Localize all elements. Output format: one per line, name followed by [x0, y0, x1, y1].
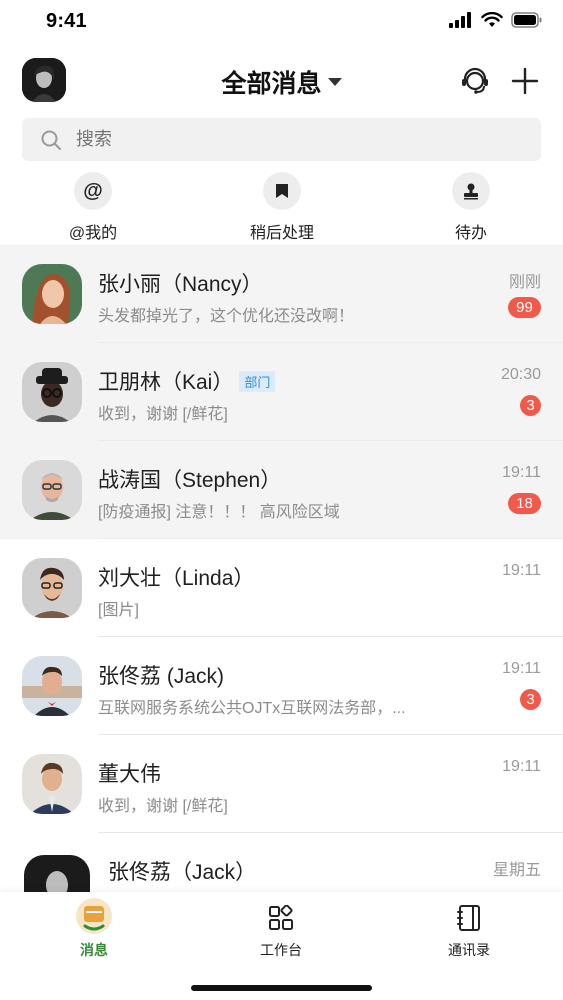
contact-name: 张小丽（Nancy）: [98, 273, 263, 296]
chevron-down-icon: [327, 78, 342, 87]
conversation-item[interactable]: 董大伟 收到，谢谢 [/鲜花] 19:11: [0, 735, 563, 833]
plus-icon: [511, 67, 539, 95]
unread-badge: 3: [520, 395, 541, 416]
address-book-icon: [449, 898, 489, 938]
message-time: 19:11: [502, 464, 541, 481]
battery-icon: [511, 12, 542, 28]
home-indicator: [191, 985, 372, 991]
avatar: [22, 754, 82, 814]
quick-action-todo[interactable]: 待办: [401, 170, 541, 243]
message-time: 19:11: [502, 758, 541, 775]
tab-messages[interactable]: 消息: [34, 898, 154, 960]
conversation-item[interactable]: 卫朋林（Kai） 部门 收到，谢谢 [/鲜花] 20:30 3: [0, 343, 563, 441]
message-time: 星期五: [492, 862, 541, 879]
unread-badge: 3: [520, 689, 541, 710]
customer-service-button[interactable]: [458, 64, 492, 98]
contact-name-text: 卫朋林（Kai）: [98, 371, 234, 394]
contact-name: 战涛国（Stephen）: [98, 469, 282, 492]
quick-action-later[interactable]: 稍后处理: [212, 170, 352, 243]
page-title-text: 全部消息: [221, 70, 322, 98]
conversation-item[interactable]: 刘大壮（Linda） [图片] 19:11: [0, 539, 563, 637]
message-time: 刚刚: [508, 274, 541, 291]
message-preview: 收到，谢谢 [/鲜花]: [98, 406, 228, 423]
tab-label: 通讯录: [448, 942, 490, 958]
conversation-list: 张小丽（Nancy） 头发都掉光了，这个优化还没改啊！ 刚刚 99 卫朋林（Ka…: [0, 245, 563, 931]
quick-action-label: 待办: [454, 225, 487, 242]
conversation-item[interactable]: 张佟荔 (Jack) 互联网服务系统公共OJTx互联网法务部，... 19:11…: [0, 637, 563, 735]
status-icons: [449, 12, 543, 28]
chat-icon: [74, 898, 114, 938]
tab-contacts[interactable]: 通讯录: [409, 898, 529, 960]
signal-icon: [449, 12, 471, 28]
at-icon: @: [74, 172, 112, 210]
unread-badge: 99: [508, 297, 541, 318]
quick-action-label: 稍后处理: [249, 225, 314, 242]
conversation-item[interactable]: 战涛国（Stephen） [防疫通报] 注意！！！ 高风险区域 19:11 18: [0, 441, 563, 539]
contact-name: 卫朋林（Kai） 部门: [98, 366, 276, 396]
message-time: 19:11: [502, 660, 541, 677]
message-preview: 互联网服务系统公共OJTx互联网法务部，...: [98, 700, 406, 717]
message-preview: [防疫通报] 注意！！！ 高风险区域: [98, 504, 340, 521]
quick-action-mentions[interactable]: @ @我的: [23, 170, 163, 243]
message-time: 19:11: [502, 562, 541, 579]
avatar: [22, 558, 82, 618]
status-time: 9:41: [46, 10, 87, 32]
unread-badge: 18: [508, 493, 541, 514]
bookmark-icon: [263, 172, 301, 210]
avatar: [22, 460, 82, 520]
conversation-item[interactable]: 张小丽（Nancy） 头发都掉光了，这个优化还没改啊！ 刚刚 99: [0, 245, 563, 343]
tab-label: 消息: [80, 942, 108, 958]
search-bar[interactable]: [22, 118, 541, 161]
contact-name: 张佟荔 (Jack): [98, 665, 224, 688]
avatar: [22, 656, 82, 716]
avatar: [22, 362, 82, 422]
search-input[interactable]: [76, 118, 516, 161]
stamp-icon: [452, 172, 490, 210]
message-time: 20:30: [500, 366, 541, 383]
contact-name: 董大伟: [98, 763, 161, 786]
tab-workbench[interactable]: 工作台: [221, 898, 341, 960]
apps-grid-icon: [261, 898, 301, 938]
status-bar: 9:41: [0, 0, 563, 44]
message-preview: [图片]: [98, 602, 139, 619]
wifi-icon: [481, 12, 503, 27]
add-button[interactable]: [508, 64, 542, 98]
avatar: [22, 264, 82, 324]
headset-icon: [462, 67, 488, 94]
search-icon: [41, 130, 61, 150]
message-preview: 头发都掉光了，这个优化还没改啊！: [98, 308, 355, 325]
tab-label: 工作台: [260, 942, 302, 958]
contact-name: 张佟荔（Jack）: [108, 861, 257, 884]
tab-bar: 消息 工作台 通讯录: [0, 892, 563, 1000]
department-tag: 部门: [239, 370, 276, 392]
quick-actions: @ @我的 稍后处理 待办: [0, 170, 563, 244]
quick-action-label: @我的: [68, 225, 118, 242]
message-preview: 收到，谢谢 [/鲜花]: [98, 798, 228, 815]
contact-name: 刘大壮（Linda）: [98, 567, 255, 590]
header: 全部消息: [0, 52, 563, 108]
